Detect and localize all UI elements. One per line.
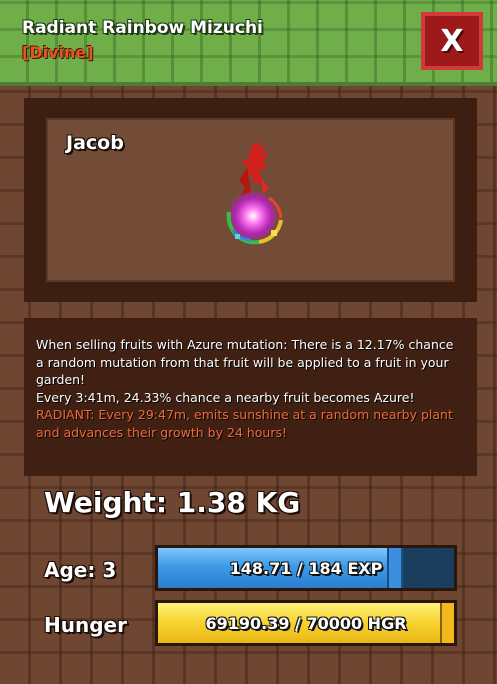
hunger-bar-text: 69190.39 / 70000 HGR xyxy=(205,613,407,633)
weight-label: Weight: 1.38 KG xyxy=(44,486,301,519)
pet-model-icon xyxy=(226,142,283,245)
exp-bar: 148.71 / 184 EXP xyxy=(155,545,457,591)
hunger-bar: 69190.39 / 70000 HGR xyxy=(155,600,457,646)
pet-viewport: Jacob xyxy=(46,118,455,282)
pet-viewport-frame: Jacob xyxy=(24,98,477,302)
radiant-ability-line: RADIANT: Every 29:47m, emits sunshine at… xyxy=(36,407,453,440)
close-button[interactable]: X xyxy=(421,12,483,70)
header-bar: Radiant Rainbow Mizuchi [Divine] X xyxy=(0,0,497,86)
close-icon: X xyxy=(440,23,464,59)
ability-description: When selling fruits with Azure mutation:… xyxy=(24,318,477,476)
hunger-label: Hunger xyxy=(44,613,127,637)
age-label: Age: 3 xyxy=(44,558,117,582)
owner-name: Jacob xyxy=(66,132,124,154)
ability-line-1: When selling fruits with Azure mutation:… xyxy=(36,337,454,387)
ability-line-2: Every 3:41m, 24.33% chance a nearby frui… xyxy=(36,389,415,405)
exp-bar-text: 148.71 / 184 EXP xyxy=(229,558,383,578)
pet-rarity-badge: [Divine] xyxy=(22,43,94,62)
pet-name: Radiant Rainbow Mizuchi xyxy=(22,18,263,38)
